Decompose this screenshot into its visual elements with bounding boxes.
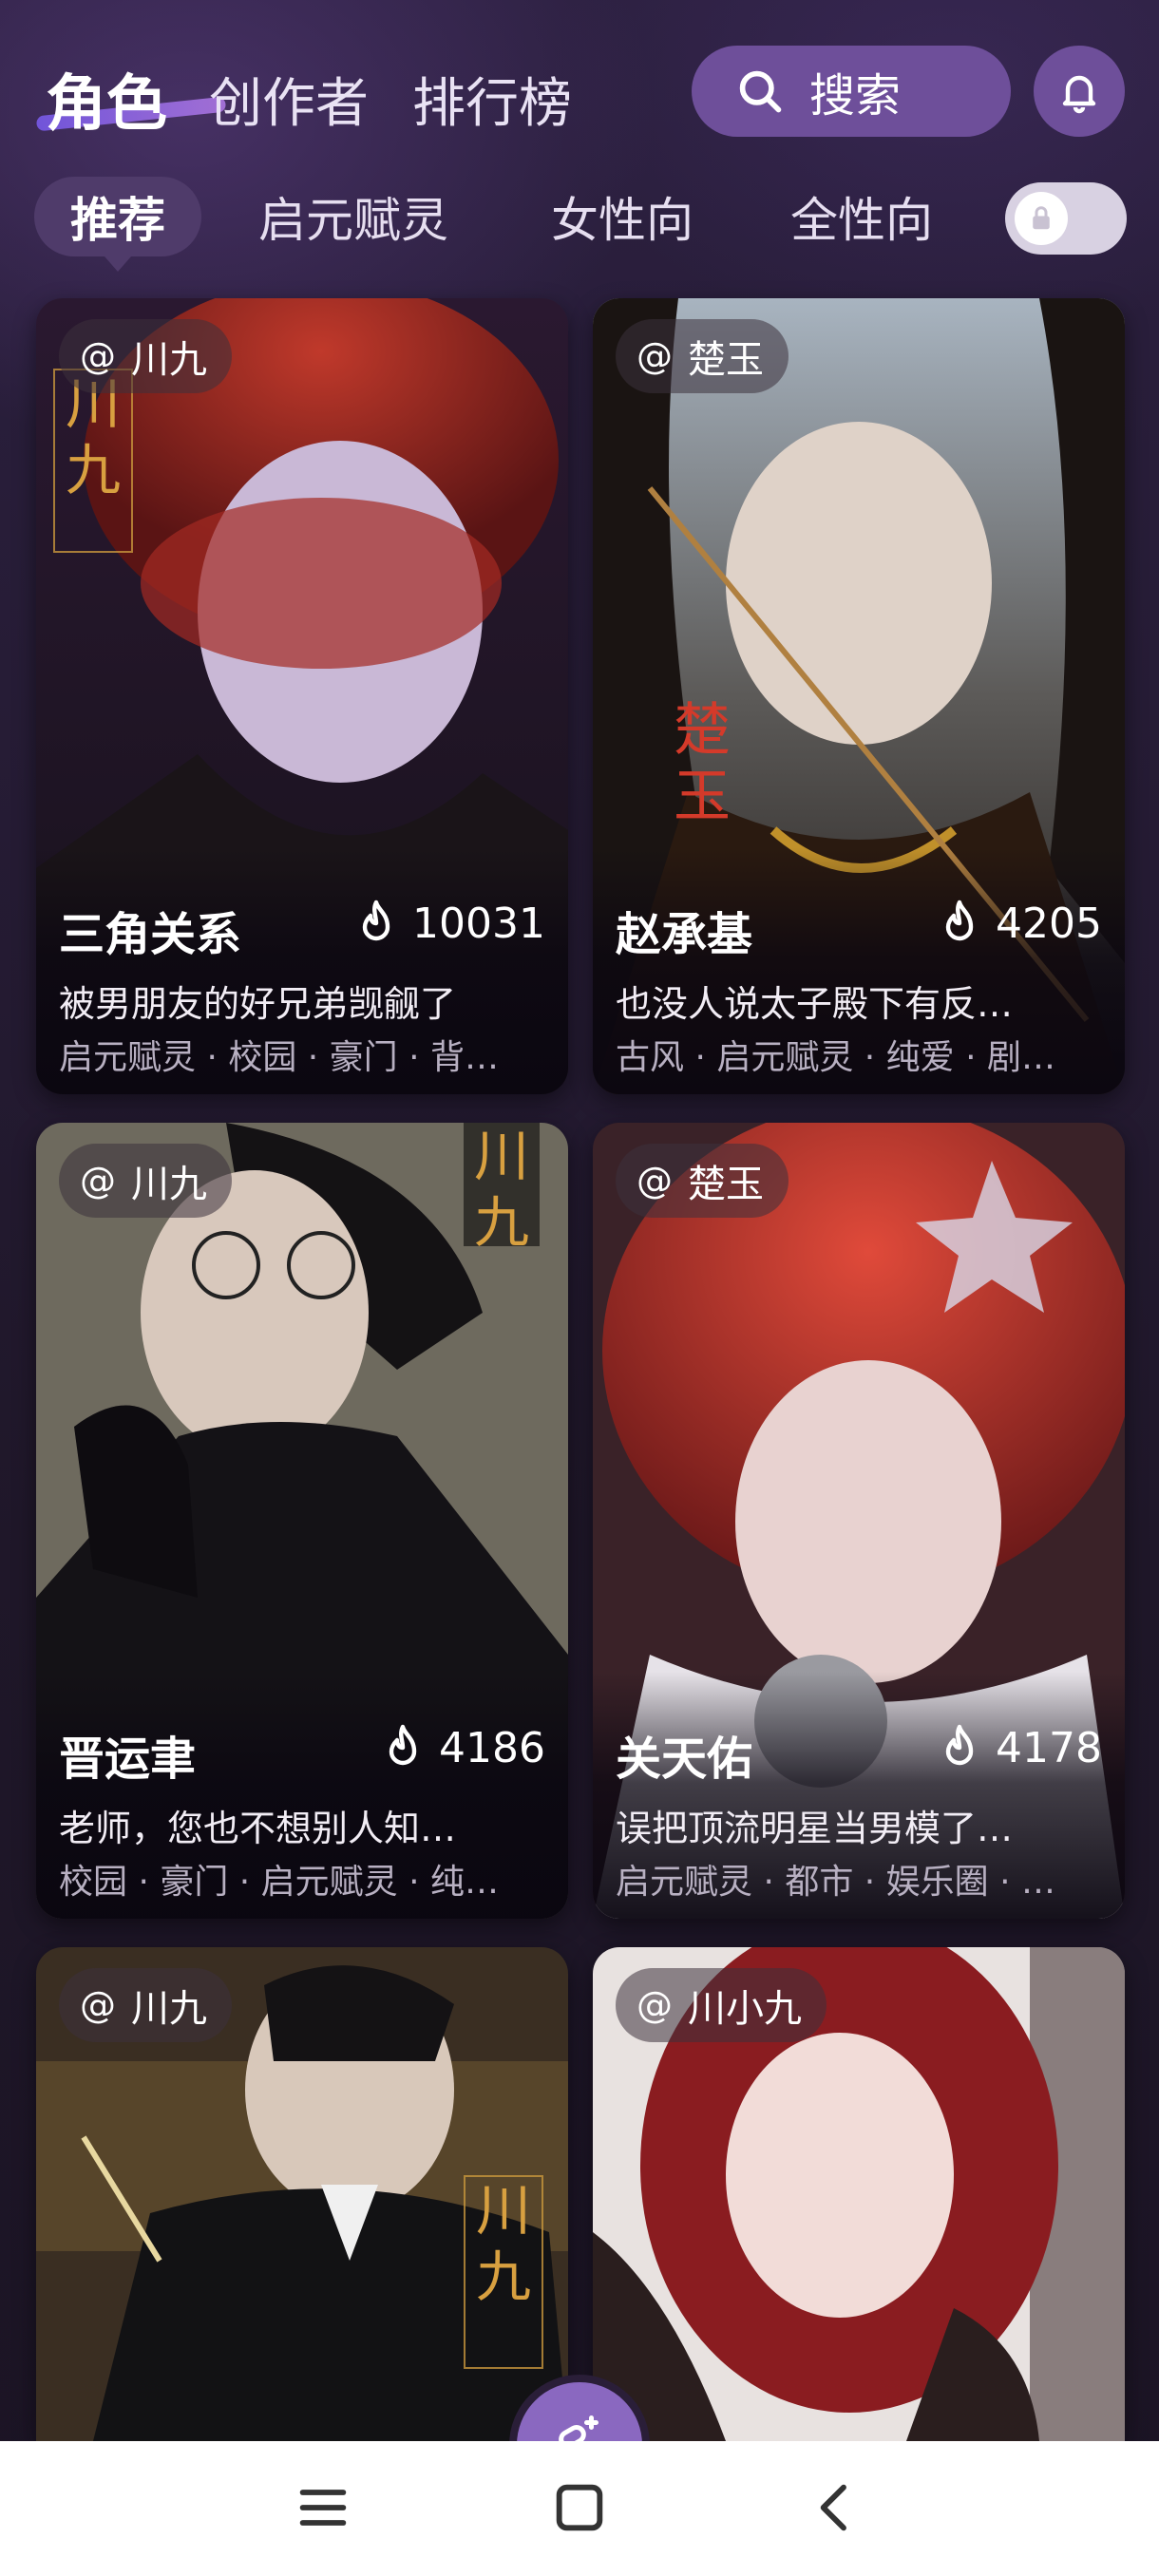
- tab-creators[interactable]: 创作者: [209, 61, 369, 138]
- character-description: 老师，您也不想别人知…: [59, 1808, 457, 1849]
- author-name: 川九: [131, 1987, 207, 2031]
- author-name: 川小九: [688, 1987, 802, 2031]
- menu-icon: [299, 2490, 347, 2526]
- filter-qiyuan[interactable]: 启元赋灵: [258, 177, 448, 256]
- author-tag[interactable]: @ 楚玉: [616, 1144, 788, 1218]
- search-label: 搜索: [809, 69, 902, 123]
- back-button[interactable]: [806, 2477, 866, 2538]
- at-icon: @: [636, 1984, 673, 2026]
- popularity: 4205: [937, 899, 1102, 948]
- recent-apps-button[interactable]: [293, 2477, 353, 2538]
- flame-icon: [945, 1724, 974, 1766]
- filter-female[interactable]: 女性向: [551, 177, 694, 256]
- character-name: 赵承基: [616, 908, 753, 961]
- popularity: 4178: [937, 1723, 1102, 1772]
- character-name: 晋运聿: [59, 1733, 197, 1786]
- character-tags: 启元赋灵 · 校园 · 豪门 · 背…: [59, 1038, 499, 1077]
- character-name: 三角关系: [59, 908, 242, 961]
- character-card[interactable]: 川九 @ 川九 三角关系 10031 被男朋友的好兄弟觊觎了 启元赋灵 · 校园…: [36, 298, 568, 1094]
- character-name: 关天佑: [616, 1733, 753, 1786]
- signature-stamp: 川九: [464, 1123, 540, 1255]
- popularity-count: 4186: [439, 1723, 545, 1772]
- author-name: 川九: [131, 338, 207, 382]
- signature-stamp: 楚玉: [674, 697, 731, 830]
- tab-characters[interactable]: 角色: [46, 55, 167, 142]
- bell-icon: [1062, 75, 1096, 114]
- author-tag[interactable]: @ 川九: [59, 1144, 232, 1218]
- popularity-count: 4178: [996, 1723, 1102, 1772]
- character-card[interactable]: @ 川小九: [593, 1947, 1125, 2441]
- at-icon: @: [80, 335, 116, 377]
- author-tag[interactable]: @ 川小九: [616, 1968, 826, 2042]
- character-description: 也没人说太子殿下有反…: [616, 983, 1014, 1025]
- search-button[interactable]: 搜索: [692, 46, 1011, 137]
- home-button[interactable]: [549, 2477, 610, 2538]
- author-tag[interactable]: @ 楚玉: [616, 319, 788, 393]
- character-card[interactable]: @ 楚玉 关天佑 4178 误把顶流明星当男模了… 启元赋灵 · 都市 · 娱乐…: [593, 1123, 1125, 1919]
- at-icon: @: [636, 335, 673, 377]
- character-tags: 古风 · 启元赋灵 · 纯爱 · 剧…: [616, 1038, 1055, 1077]
- at-icon: @: [80, 1160, 116, 1202]
- content-toggle[interactable]: [1005, 182, 1127, 255]
- character-card[interactable]: 川九 @ 川九 晋运聿 4186 老师，您也不想别人知… 校园 · 豪门 · 启…: [36, 1123, 568, 1919]
- character-description: 误把顶流明星当男模了…: [616, 1808, 1014, 1849]
- at-icon: @: [636, 1160, 673, 1202]
- character-card[interactable]: 楚玉 @ 楚玉 赵承基 4205 也没人说太子殿下有反… 古风 · 启元赋灵 ·…: [593, 298, 1125, 1094]
- popularity-count: 10031: [412, 899, 545, 948]
- popularity-count: 4205: [996, 899, 1102, 948]
- top-header: 角色 创作者 排行榜 搜索: [0, 0, 1159, 152]
- flame-icon: [945, 900, 974, 941]
- character-description: 被男朋友的好兄弟觊觎了: [59, 983, 457, 1025]
- author-name: 川九: [131, 1163, 207, 1206]
- home-square-icon: [556, 2484, 603, 2531]
- lock-icon: [1033, 206, 1050, 230]
- character-tags: 启元赋灵 · 都市 · 娱乐圈 · …: [616, 1863, 1055, 1902]
- popularity: 10031: [353, 899, 545, 948]
- at-icon: @: [80, 1984, 116, 2026]
- flame-icon: [362, 900, 390, 941]
- filter-bar: 推荐 启元赋灵 女性向 全性向: [0, 171, 1159, 275]
- notification-button[interactable]: [1034, 46, 1125, 137]
- filter-all-gender[interactable]: 全性向: [790, 177, 933, 256]
- flame-icon: [389, 1724, 417, 1766]
- author-name: 楚玉: [688, 1163, 764, 1206]
- character-tags: 校园 · 豪门 · 启元赋灵 · 纯…: [59, 1863, 499, 1902]
- chevron-left-icon: [820, 2484, 846, 2531]
- signature-stamp: 川九: [53, 369, 133, 553]
- author-name: 楚玉: [688, 338, 764, 382]
- author-tag[interactable]: @ 川九: [59, 1968, 232, 2042]
- filter-recommended[interactable]: 推荐: [34, 177, 201, 256]
- author-tag[interactable]: @ 川九: [59, 319, 232, 393]
- toggle-knob: [1015, 192, 1068, 245]
- popularity: 4186: [380, 1723, 545, 1772]
- search-icon: [739, 70, 782, 113]
- tab-rankings[interactable]: 排行榜: [412, 61, 572, 138]
- system-nav-bar: [0, 2441, 1159, 2576]
- signature-stamp: 川九: [464, 2175, 543, 2369]
- character-card[interactable]: 川九 @ 川九: [36, 1947, 568, 2441]
